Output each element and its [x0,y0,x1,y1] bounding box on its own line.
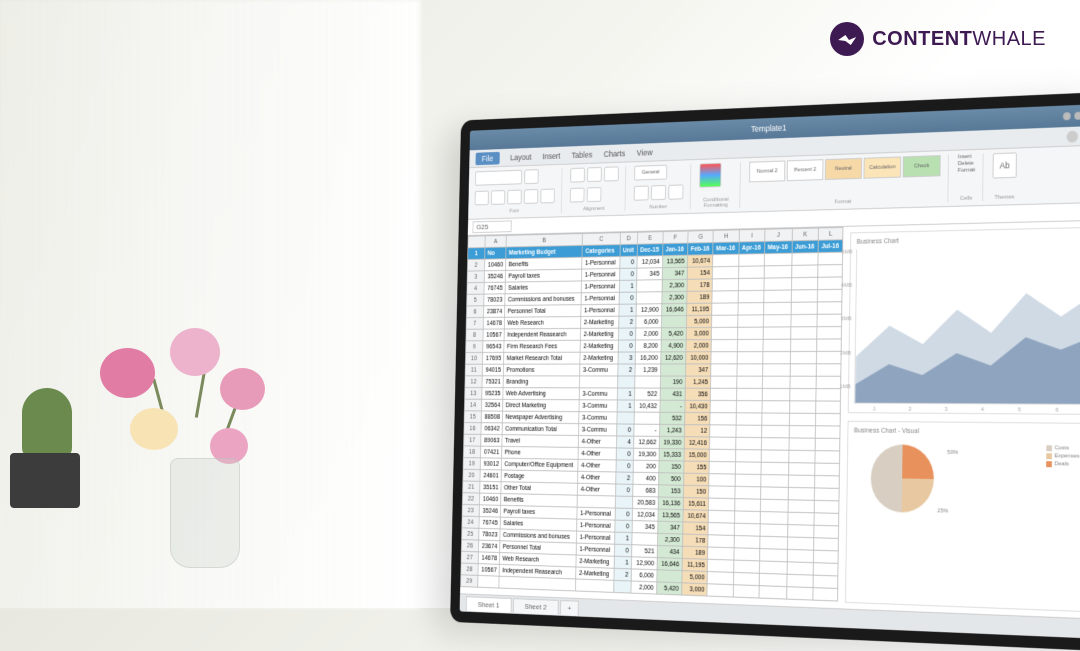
font-picker[interactable] [475,170,522,186]
style-check[interactable]: Check [903,155,941,177]
col-header[interactable]: E [637,232,663,245]
line-chart: Business Chart 5MB 4MB 3MB 2MB 1MB 1 2 [848,227,1080,415]
col-header[interactable]: C [583,233,621,246]
border-button[interactable] [524,189,538,204]
col-header[interactable]: L [818,227,843,240]
header-cell[interactable]: May-16 [764,241,791,254]
menu-tables[interactable]: Tables [572,150,593,160]
menu-insert[interactable]: Insert [542,151,560,161]
menu-charts[interactable]: Charts [604,148,626,158]
align-center-button[interactable] [587,167,602,182]
header-cell[interactable]: Unit [620,244,638,256]
table-row[interactable]: 1194015Promotions3-Commu21,239347 [465,364,841,376]
settings-icon[interactable] [1067,130,1078,142]
charts-panel: Business Chart 5MB 4MB 3MB 2MB 1MB 1 2 [838,221,1080,619]
underline-button[interactable] [507,189,521,204]
group-align-label: Alignment [570,206,619,213]
add-sheet-button[interactable]: + [560,600,579,616]
name-box[interactable]: G25 [472,220,511,233]
delete-cells[interactable]: Delete [958,161,975,167]
align-left-button[interactable] [570,168,585,183]
col-header[interactable]: I [739,229,765,242]
style-percent[interactable]: Percent 2 [787,159,824,181]
table-row[interactable]: 996543Firm Research Fees2-Marketing08,20… [466,339,842,353]
header-cell[interactable]: Apr-16 [739,241,765,254]
header-cell[interactable]: Feb-16 [688,243,714,256]
group-format-label: Format [749,197,941,208]
style-calculation[interactable]: Calculation [863,156,901,178]
help-icons [1067,129,1080,142]
group-themes-label: Themes [992,194,1016,201]
tab-sheet2[interactable]: Sheet 2 [513,598,559,615]
header-cell[interactable]: Dec-15 [637,244,663,257]
col-header[interactable]: K [792,228,819,241]
maximize-icon[interactable] [1074,112,1080,120]
style-neutral[interactable]: Neutral [825,158,862,180]
flower-bouquet [60,308,340,568]
chart-title-1: Business Chart [857,234,1080,246]
header-cell[interactable]: Jul-16 [818,240,843,253]
pie-legend: Costs Expenses Deals [1046,443,1080,469]
number-format[interactable]: General [634,165,667,181]
percent-button[interactable] [651,185,666,200]
style-normal[interactable]: Normal 2 [749,161,785,183]
menu-layout[interactable]: Layout [510,152,531,162]
insert-cells[interactable]: Insert [958,154,975,160]
conditional-format-button[interactable] [699,163,721,188]
currency-button[interactable] [634,185,649,200]
menu-view[interactable]: View [637,147,653,157]
comma-button[interactable] [668,184,683,199]
window-title: Template1 [751,123,787,134]
photo-scene: Template1 File Layout Insert Tables Char… [0,0,1080,608]
col-header[interactable]: F [663,231,688,244]
computer-monitor: Template1 File Layout Insert Tables Char… [450,92,1080,651]
group-cells-label: Cells [957,196,974,202]
bold-button[interactable] [475,190,489,205]
brand-text: CONTENTWHALE [872,28,1046,51]
whale-icon [830,22,864,56]
cell-styles: Normal 2 Percent 2 Neutral Calculation C… [749,155,941,182]
chart-title-2: Business Chart - Visual [854,428,1080,437]
fill-color-button[interactable] [540,188,555,203]
group-number-label: Number [634,204,684,211]
header-cell[interactable]: Mar-16 [713,242,739,255]
header-cell[interactable]: Jun-16 [792,240,819,253]
align-right-button[interactable] [604,166,619,181]
tab-sheet1[interactable]: Sheet 1 [466,596,511,612]
pie-graphic [871,444,935,513]
table-row[interactable]: 1017695Market Research Total2-Marketing3… [465,351,841,364]
minimize-icon[interactable] [1063,112,1071,120]
wrap-button[interactable] [570,187,585,202]
group-font-label: Font [474,208,554,216]
col-header[interactable]: A [485,235,507,247]
col-header[interactable]: G [688,230,714,243]
merge-button[interactable] [587,187,602,202]
header-cell[interactable]: Categories [582,245,620,258]
format-cells[interactable]: Format [958,167,975,173]
brand-overlay: CONTENTWHALE [830,22,1046,56]
spreadsheet-app: Template1 File Layout Insert Tables Char… [460,104,1080,639]
window-controls[interactable] [1063,111,1080,120]
header-cell[interactable]: No [485,247,507,259]
italic-button[interactable] [491,190,505,205]
spreadsheet-grid[interactable]: ABCDEFGHIJKL1NoMarketing BudgetCategorie… [460,227,844,608]
pie-chart: Business Chart - Visual 50% 25% Costs Ex… [845,421,1080,612]
col-header[interactable]: H [713,230,739,243]
header-cell[interactable]: Jan-16 [663,243,688,256]
menu-file[interactable]: File [475,151,499,164]
font-size[interactable] [524,169,538,184]
themes-button[interactable]: Ab [993,152,1017,178]
cond-format-label: Conditional Formatting [699,197,733,209]
col-header[interactable]: J [765,229,792,242]
col-header[interactable]: D [620,232,638,244]
